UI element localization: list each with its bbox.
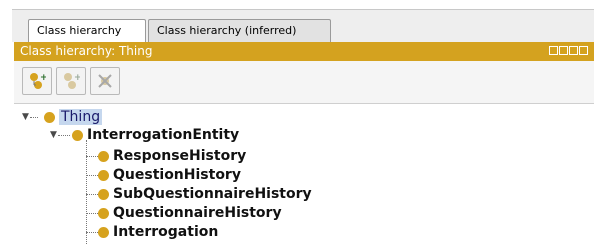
tree-node-label: SubQuestionnaireHistory (113, 186, 312, 202)
tree-connector (86, 194, 98, 195)
delete-class-button[interactable] (90, 67, 120, 95)
tree-node-label: Thing (59, 109, 103, 125)
toolbar: + + (14, 61, 594, 103)
tab-class-hierarchy[interactable]: Class hierarchy (28, 19, 146, 44)
tree-node-responsehistory[interactable]: ResponseHistory (98, 147, 246, 165)
class-icon (72, 129, 83, 141)
minimize-panel-icon[interactable] (559, 46, 568, 55)
add-sibling-icon: + (64, 73, 80, 89)
expand-triangle-icon[interactable]: ▼ (50, 130, 60, 140)
tree-connector (86, 175, 98, 176)
add-subclass-icon: + (30, 73, 46, 89)
svg-text:+: + (40, 73, 46, 83)
window-controls (549, 46, 588, 55)
class-icon (98, 188, 109, 200)
tree-node-questionhistory[interactable]: QuestionHistory (98, 166, 241, 184)
tab-class-hierarchy-inferred[interactable]: Class hierarchy (inferred) (148, 19, 331, 43)
float-panel-icon[interactable] (549, 46, 558, 55)
class-icon (98, 226, 109, 238)
add-sibling-button[interactable]: + (56, 67, 86, 95)
tree-node-label: InterrogationEntity (87, 127, 240, 143)
tree-node-questionnairehistory[interactable]: QuestionnaireHistory (98, 204, 282, 222)
class-icon (44, 111, 55, 123)
add-subclass-button[interactable]: + (22, 67, 52, 95)
panel-title: Class hierarchy: Thing (20, 44, 153, 58)
tree-node-label: Interrogation (113, 224, 219, 240)
tree-node-label: QuestionnaireHistory (113, 205, 282, 221)
tree-node-interrogation[interactable]: Interrogation (98, 223, 218, 241)
tree-node-subquestionnairehistory[interactable]: SubQuestionnaireHistory (98, 185, 312, 203)
close-panel-icon[interactable] (579, 46, 588, 55)
svg-text:+: + (74, 73, 80, 83)
tab-bar: Class hierarchy Class hierarchy (inferre… (12, 9, 594, 44)
class-icon (98, 207, 109, 219)
panel-header: Class hierarchy: Thing (14, 42, 594, 61)
class-icon (98, 150, 109, 162)
tree-node-label: QuestionHistory (113, 167, 241, 183)
class-icon (98, 169, 109, 181)
tree-node-interrogationentity[interactable]: ▼ InterrogationEntity (50, 126, 239, 144)
tree-connector (86, 232, 98, 233)
delete-class-icon (98, 74, 112, 88)
tree-node-label: ResponseHistory (113, 148, 247, 164)
class-tree: ▼ Thing ▼ InterrogationEntity ResponseHi… (14, 103, 594, 250)
maximize-panel-icon[interactable] (569, 46, 578, 55)
tree-node-thing[interactable]: ▼ Thing (22, 108, 103, 126)
expand-triangle-icon[interactable]: ▼ (22, 112, 32, 122)
tree-connector (86, 156, 98, 157)
tree-connector (86, 213, 98, 214)
